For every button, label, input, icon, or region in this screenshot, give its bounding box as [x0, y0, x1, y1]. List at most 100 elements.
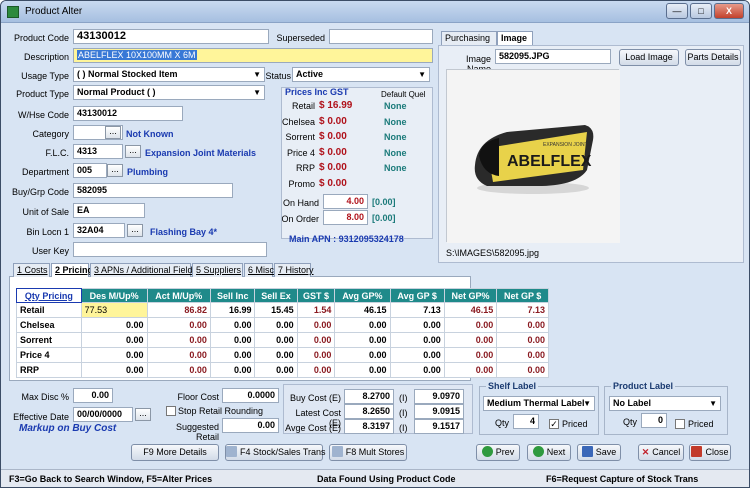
grid-header[interactable]: Net GP $: [496, 288, 549, 303]
stop-retail-checkbox[interactable]: [166, 406, 176, 416]
grid-cell[interactable]: 15.45: [254, 302, 298, 318]
grid-cell[interactable]: 0.00: [389, 362, 445, 378]
grid-header[interactable]: GST $: [296, 288, 336, 303]
grid-cell[interactable]: 0.00: [296, 347, 336, 363]
close-button[interactable]: Close: [689, 444, 731, 461]
description-input[interactable]: ABELFLEX 10X100MM X 6M: [73, 48, 433, 63]
grid-header[interactable]: Qty Pricing: [16, 288, 82, 303]
product-code-input[interactable]: 43130012: [73, 29, 269, 44]
shelf-label-select[interactable]: Medium Thermal Label ▼: [483, 396, 595, 411]
grid-cell[interactable]: 0.00: [80, 317, 148, 333]
save-button[interactable]: Save: [577, 444, 621, 461]
status-select[interactable]: Active ▼: [292, 67, 430, 82]
grid-cell[interactable]: 46.15: [443, 302, 498, 318]
superseded-input[interactable]: [329, 29, 433, 44]
unit-of-sale-input[interactable]: EA: [73, 203, 145, 218]
parts-details-button[interactable]: Parts Details: [685, 49, 741, 66]
next-button[interactable]: Next: [527, 444, 571, 461]
bin-lookup-button[interactable]: ...: [127, 224, 143, 237]
grid-cell[interactable]: 0.00: [209, 332, 256, 348]
tab-7-history[interactable]: 7 History: [274, 263, 314, 277]
tab-purchasing[interactable]: Purchasing: [441, 31, 497, 45]
grid-cell[interactable]: 0.00: [496, 362, 549, 378]
grid-header[interactable]: Act M/Up%: [146, 288, 211, 303]
whse-code-input[interactable]: 43130012: [73, 106, 183, 121]
grid-cell[interactable]: 0.00: [209, 362, 256, 378]
grid-cell[interactable]: 16.99: [209, 302, 256, 318]
tab-6-misc[interactable]: 6 Misc: [244, 263, 274, 277]
grid-cell[interactable]: 0.00: [334, 332, 391, 348]
close-window-button[interactable]: X: [714, 3, 744, 19]
grid-cell[interactable]: Chelsea: [16, 317, 82, 333]
flc-lookup-button[interactable]: ...: [125, 145, 141, 158]
tab-2-pricing[interactable]: 2 Pricing: [51, 263, 93, 277]
grid-cell[interactable]: Sorrent: [16, 332, 82, 348]
cancel-button[interactable]: ✕ Cancel: [638, 444, 684, 461]
grid-cell[interactable]: 1.54: [296, 302, 336, 318]
flc-input[interactable]: 4313: [73, 144, 123, 159]
minimize-button[interactable]: —: [666, 3, 688, 19]
max-disc-input[interactable]: 0.00: [73, 388, 113, 403]
product-priced-checkbox[interactable]: [675, 419, 685, 429]
shelf-priced-checkbox[interactable]: ✓: [549, 419, 559, 429]
grid-cell[interactable]: 0.00: [496, 317, 549, 333]
grid-cell[interactable]: 0.00: [443, 317, 498, 333]
department-lookup-button[interactable]: ...: [107, 164, 123, 177]
product-type-select[interactable]: Normal Product ( ) ▼: [73, 85, 265, 100]
grid-cell[interactable]: 0.00: [389, 317, 445, 333]
grid-header[interactable]: Des M/Up%: [80, 288, 148, 303]
grid-cell[interactable]: 0.00: [296, 332, 336, 348]
maximize-button[interactable]: □: [690, 3, 712, 19]
suggested-retail-input[interactable]: 0.00: [222, 418, 279, 433]
grid-cell[interactable]: 46.15: [334, 302, 391, 318]
grid-cell[interactable]: 0.00: [80, 362, 148, 378]
grid-cell[interactable]: Retail: [16, 302, 82, 318]
grid-cell[interactable]: 7.13: [496, 302, 549, 318]
grid-header[interactable]: Avg GP $: [389, 288, 445, 303]
load-image-button[interactable]: Load Image: [619, 49, 679, 66]
usage-type-select[interactable]: ( ) Normal Stocked Item ▼: [73, 67, 265, 82]
grid-cell[interactable]: 0.00: [296, 317, 336, 333]
grid-cell[interactable]: 0.00: [296, 362, 336, 378]
buy-grp-input[interactable]: 582095: [73, 183, 233, 198]
more-details-button[interactable]: F9 More Details: [131, 444, 219, 461]
grid-cell[interactable]: 0.00: [254, 362, 298, 378]
user-key-input[interactable]: [73, 242, 267, 257]
grid-cell[interactable]: 86.82: [146, 302, 211, 318]
grid-cell[interactable]: 0.00: [334, 347, 391, 363]
grid-cell[interactable]: Price 4: [16, 347, 82, 363]
grid-cell[interactable]: 0.00: [334, 317, 391, 333]
grid-header[interactable]: Sell Ex: [254, 288, 298, 303]
grid-cell[interactable]: 0.00: [389, 332, 445, 348]
product-label-select[interactable]: No Label ▼: [609, 396, 721, 411]
date-picker-button[interactable]: ...: [135, 408, 151, 421]
product-qty-input[interactable]: 0: [641, 413, 667, 428]
department-input[interactable]: 005: [73, 163, 107, 178]
grid-header[interactable]: Sell Inc: [209, 288, 256, 303]
grid-cell[interactable]: 0.00: [146, 332, 211, 348]
grid-cell[interactable]: 0.00: [443, 362, 498, 378]
grid-cell[interactable]: 0.00: [443, 347, 498, 363]
prev-button[interactable]: Prev: [476, 444, 520, 461]
grid-cell[interactable]: 0.00: [254, 317, 298, 333]
effective-date-input[interactable]: 00/00/0000: [73, 407, 133, 422]
floor-cost-input[interactable]: 0.0000: [222, 388, 279, 403]
grid-cell[interactable]: 77.53: [80, 302, 148, 318]
tab-1-costs[interactable]: 1 Costs: [13, 263, 50, 277]
stock-sales-button[interactable]: F4 Stock/Sales Trans: [225, 444, 326, 461]
grid-cell[interactable]: 0.00: [209, 347, 256, 363]
grid-cell[interactable]: 0.00: [254, 332, 298, 348]
tab-image[interactable]: Image: [497, 31, 533, 45]
grid-cell[interactable]: RRP: [16, 362, 82, 378]
tab-5-suppliers[interactable]: 5 Suppliers: [192, 263, 243, 277]
tab-3-apns-additional-fields[interactable]: 3 APNs / Additional Fields: [90, 263, 197, 277]
grid-cell[interactable]: 0.00: [254, 347, 298, 363]
grid-cell[interactable]: 0.00: [496, 347, 549, 363]
grid-cell[interactable]: 0.00: [389, 347, 445, 363]
shelf-qty-input[interactable]: 4: [513, 414, 539, 429]
grid-cell[interactable]: 0.00: [496, 332, 549, 348]
mult-stores-button[interactable]: F8 Mult Stores: [329, 444, 407, 461]
grid-cell[interactable]: 0.00: [334, 362, 391, 378]
grid-cell[interactable]: 0.00: [146, 317, 211, 333]
grid-cell[interactable]: 0.00: [146, 362, 211, 378]
